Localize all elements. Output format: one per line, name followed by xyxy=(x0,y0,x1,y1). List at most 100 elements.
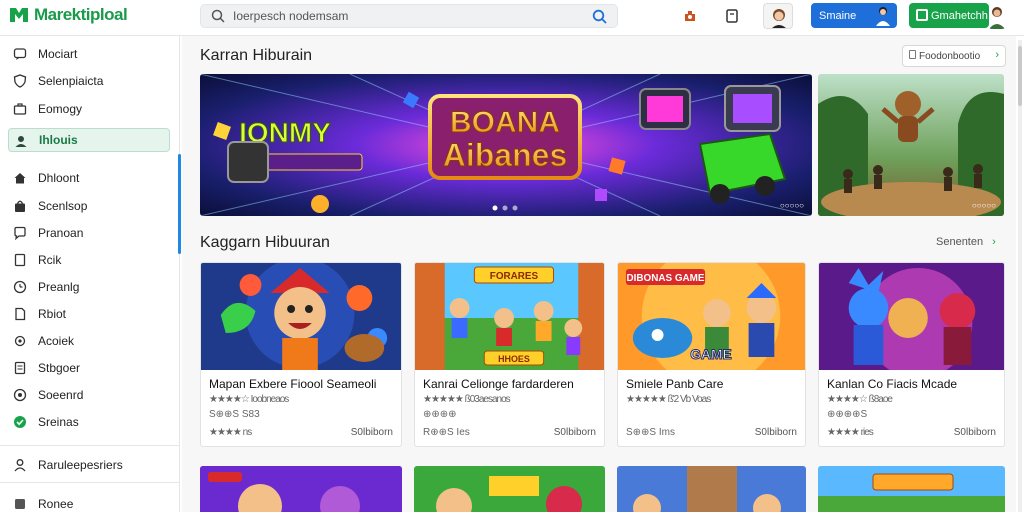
user-avatar-icon xyxy=(876,7,890,26)
sidebar-divider-2 xyxy=(0,482,180,483)
document-icon xyxy=(14,253,26,267)
person-icon xyxy=(15,136,27,147)
shield-icon xyxy=(13,74,27,88)
gear-icon xyxy=(14,335,26,347)
game-card-7[interactable] xyxy=(617,466,806,512)
hero-banner-text-top: BOANA xyxy=(450,106,560,139)
logo[interactable]: Marektiploal xyxy=(8,5,128,25)
side-banner-label: ○○○○○ xyxy=(971,201,996,210)
sidebar-item-12[interactable]: Stbgoer xyxy=(8,356,170,380)
game-card-1[interactable]: Mapan Exbere Fioool Seameoli ★★★★☆ Ioobn… xyxy=(200,262,402,447)
sidebar-item-3[interactable]: Eomogy xyxy=(8,97,170,121)
search-input[interactable] xyxy=(233,7,573,25)
game-card-8[interactable] xyxy=(818,466,1005,512)
game-card-2[interactable]: FORARES HHOES Kanrai Celionge fardardere… xyxy=(414,262,605,447)
puzzle-icon[interactable] xyxy=(680,6,700,26)
search-submit-icon[interactable] xyxy=(592,9,607,24)
primary-action-button[interactable]: Smaine xyxy=(811,3,897,28)
game-card-thumb xyxy=(200,466,402,512)
sidebar-footer-item-1[interactable]: Raruleepesriers xyxy=(8,453,170,477)
side-banner[interactable]: ○○○○○ xyxy=(818,74,1004,216)
sidebar-item-1[interactable]: Mociart xyxy=(8,42,170,66)
sidebar-footer-item-2[interactable]: Ronee xyxy=(8,492,170,512)
home-icon xyxy=(14,173,26,184)
game-card-thumb xyxy=(819,263,1004,370)
user-icon xyxy=(14,459,26,472)
sidebar-item-11[interactable]: Acoiek xyxy=(8,329,170,353)
game-card-4[interactable]: Kanlan Co Fiacis Mcade ★★★★☆ ß8aoe ⊕⊕⊕⊕S… xyxy=(818,262,1005,447)
game-card-title: Mapan Exbere Fioool Seameoli xyxy=(209,377,377,391)
doc-lines-icon xyxy=(14,361,26,375)
search-icon xyxy=(211,9,225,23)
green-action-label: Gmahetchh xyxy=(931,9,988,22)
sidebar-item-8[interactable]: Rcik xyxy=(8,248,170,272)
sidebar-item-7[interactable]: Pranoan xyxy=(8,221,170,245)
sidebar-item-4-active[interactable]: Ihlouis xyxy=(8,128,170,152)
logo-icon xyxy=(10,8,28,22)
file-icon xyxy=(15,307,26,321)
game-card-rating: ★★★★★ ß'2 Vb Voas xyxy=(626,394,711,405)
green-check-icon xyxy=(14,416,26,428)
game-card-thumb xyxy=(201,263,401,370)
game-card-meta: S⊕⊕S S83 xyxy=(209,409,260,420)
search-bar[interactable] xyxy=(200,4,618,28)
chat-icon xyxy=(13,48,27,60)
sidebar-item-13[interactable]: Soeenrd xyxy=(8,383,170,407)
sidebar-scrollbar[interactable] xyxy=(178,154,181,254)
card-thumb-text: DIBONAS GAME xyxy=(626,273,704,284)
game-card-rating: ★★★★☆ Ioobneaos xyxy=(209,394,289,405)
card-thumb-bottom-text: GAME xyxy=(690,346,731,362)
game-card-thumb xyxy=(414,466,605,512)
sidebar-divider xyxy=(0,445,180,446)
section-popular-title: Kaggarn Hibuuran xyxy=(200,234,330,251)
featured-see-all-link[interactable]: Foodonbootio › xyxy=(902,45,1006,67)
hero-banner-art: BOANA Aibanes IONMY xyxy=(200,74,812,216)
sidebar-item-10[interactable]: Rbiot xyxy=(8,302,170,326)
game-card-rating: ★★★★☆ ß8aoe xyxy=(827,394,893,405)
chevron-right-icon: › xyxy=(992,236,996,248)
profile-avatar[interactable] xyxy=(988,3,1006,29)
green-action-button[interactable]: Gmahetchh xyxy=(909,3,989,28)
sidebar-item-14[interactable]: Sreinas xyxy=(8,410,170,434)
bag-icon xyxy=(15,200,25,212)
game-card-price: S0lbiborn xyxy=(350,427,393,438)
card-thumb-text: FORARES xyxy=(490,271,539,282)
main-scrollbar[interactable] xyxy=(1018,40,1022,512)
primary-action-label: Smaine xyxy=(819,9,857,22)
square-icon xyxy=(15,499,25,509)
speech-icon xyxy=(14,226,26,240)
hero-banner-text-bottom: Aibanes xyxy=(443,137,567,173)
game-card-price: S0lbiborn xyxy=(553,427,596,438)
briefcase-icon xyxy=(13,103,27,115)
game-card-5[interactable] xyxy=(200,466,402,512)
chevron-right-icon: › xyxy=(995,49,999,61)
clipboard-icon[interactable] xyxy=(722,6,742,26)
game-card-title: Kanrai Celionge fardarderen xyxy=(423,377,574,391)
game-card-title: Kanlan Co Fiacis Mcade xyxy=(827,377,958,391)
section-featured-title: Karran Hiburain xyxy=(200,47,313,64)
hero-banner[interactable]: BOANA Aibanes IONMY ○○○○○ xyxy=(200,74,812,216)
game-card-footer-rating: ★★★★ ries xyxy=(827,427,874,438)
main-scrollbar-thumb[interactable] xyxy=(1018,46,1022,106)
marketplace-app: Marektiploal Smaine xyxy=(0,0,1024,512)
sidebar: Mociart Selenpiaicta Eomogy Ihlouis Dhlo… xyxy=(0,36,181,512)
avatar[interactable] xyxy=(763,3,793,29)
small-doc-icon xyxy=(909,50,916,59)
game-card-rating: ★★★★★ ß03aesanos xyxy=(423,394,511,405)
featured-link-label: Foodonbootio xyxy=(919,50,981,62)
sidebar-item-9[interactable]: Preanlg xyxy=(8,275,170,299)
game-card-price: S0lbiborn xyxy=(953,427,996,438)
game-card-thumb xyxy=(617,466,806,512)
circle-icon xyxy=(13,388,27,402)
game-card-thumb xyxy=(818,466,1005,512)
clock-icon xyxy=(13,280,27,294)
game-card-thumb: DIBONAS GAME GAME xyxy=(618,263,805,370)
hero-banner-label: ○○○○○ xyxy=(779,201,804,210)
game-card-3[interactable]: DIBONAS GAME GAME Smiele Panb Care ★★★★★… xyxy=(617,262,806,447)
sidebar-item-6[interactable]: Scenlsop xyxy=(8,194,170,218)
popular-see-all-link[interactable]: Senenten › xyxy=(936,236,996,248)
game-card-footer-rating: R⊕⊕S Ies xyxy=(423,427,470,438)
sidebar-item-5[interactable]: Dhloont xyxy=(8,166,170,190)
sidebar-item-2[interactable]: Selenpiaicta xyxy=(8,69,170,93)
game-card-6[interactable] xyxy=(414,466,605,512)
